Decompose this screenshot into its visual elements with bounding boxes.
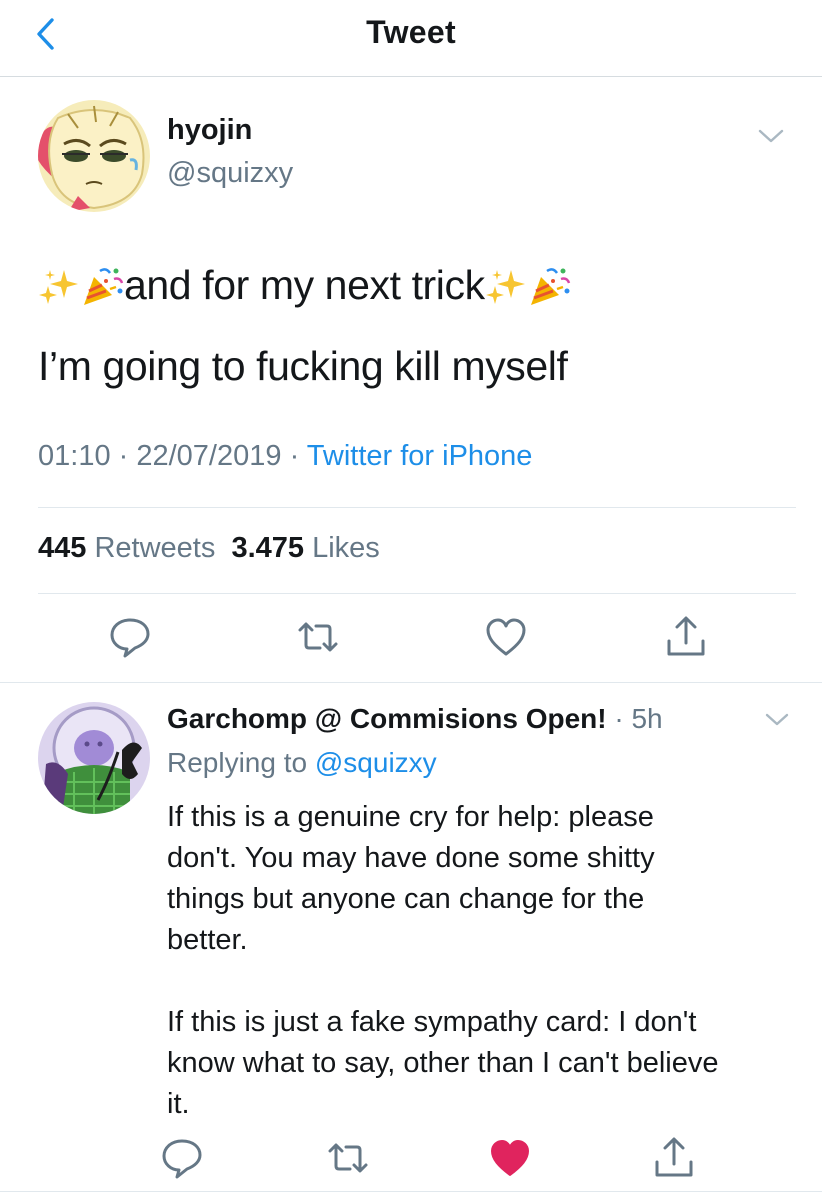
retweet-icon[interactable] (326, 1136, 370, 1180)
tweet-text-line-2: I’m going to fucking kill myself (38, 343, 568, 389)
tweet-timestamp-row: 01:10 · 22/07/2019 · Twitter for iPhone (38, 440, 532, 473)
reply-time: · 5h (614, 703, 663, 734)
heart-icon[interactable] (484, 615, 528, 659)
likes-label[interactable]: Likes (312, 532, 380, 564)
reply-icon[interactable] (160, 1136, 204, 1180)
author-name[interactable]: hyojin (167, 114, 252, 147)
sparkles-emoji-icon (485, 269, 525, 304)
retweet-icon[interactable] (296, 615, 340, 659)
party-popper-emoji-icon (530, 267, 570, 305)
tweet-text-line-1-words: and for my next trick (124, 262, 485, 308)
separator-dot: · (118, 440, 137, 472)
avatar-image (38, 702, 150, 814)
reply-icon[interactable] (108, 615, 152, 659)
reply-author-avatar[interactable] (38, 702, 150, 814)
share-icon[interactable] (664, 615, 708, 659)
share-icon[interactable] (652, 1136, 696, 1180)
divider (38, 593, 796, 594)
reply-text-line: things but anyone can change for the (167, 883, 645, 915)
divider (0, 1191, 822, 1192)
reply-time-value: 5h (631, 703, 663, 734)
reply-text-line: know what to say, other than I can't bel… (167, 1047, 719, 1079)
author-avatar[interactable] (38, 100, 150, 212)
author-handle[interactable]: @squizxy (167, 157, 293, 190)
reply-text-line: better. (167, 924, 248, 956)
tweet-text-line-1: and for my next trick (38, 262, 571, 309)
divider (38, 507, 796, 508)
engagement-stats: 445 Retweets 3.475 Likes (38, 532, 380, 565)
reply-text-line: it. (167, 1088, 190, 1120)
tweet-source-link[interactable]: Twitter for iPhone (307, 440, 533, 472)
retweet-count[interactable]: 445 (38, 532, 86, 564)
reply-header: Garchomp @ Commisions Open! · 5h (167, 703, 663, 735)
reply-menu-chevron-down-icon[interactable] (763, 711, 791, 729)
replying-to-handle[interactable]: @squizxy (315, 747, 437, 778)
avatar-image (38, 100, 150, 212)
page-title: Tweet (366, 14, 456, 50)
reply-author-name[interactable]: Garchomp @ Commisions Open! (167, 703, 607, 734)
top-bar: Tweet (0, 0, 822, 77)
heart-liked-icon[interactable] (488, 1136, 532, 1180)
reply-text-line: If this is just a fake sympathy card: I … (167, 1006, 697, 1038)
divider (0, 682, 822, 683)
tweet-time: 01:10 (38, 440, 111, 472)
replying-to-label: Replying to (167, 747, 308, 778)
party-popper-emoji-icon (84, 267, 124, 305)
tweet-menu-chevron-down-icon[interactable] (756, 126, 786, 146)
tweet-date: 22/07/2019 (136, 440, 282, 472)
replying-to: Replying to @squizxy (167, 747, 437, 779)
reply-text-line: don't. You may have done some shitty (167, 842, 655, 874)
separator-dot: · (289, 440, 307, 472)
sparkles-emoji-icon (39, 269, 78, 304)
retweets-label[interactable]: Retweets (94, 532, 215, 564)
like-count[interactable]: 3.475 (231, 532, 304, 564)
reply-text-line: If this is a genuine cry for help: pleas… (167, 801, 654, 833)
